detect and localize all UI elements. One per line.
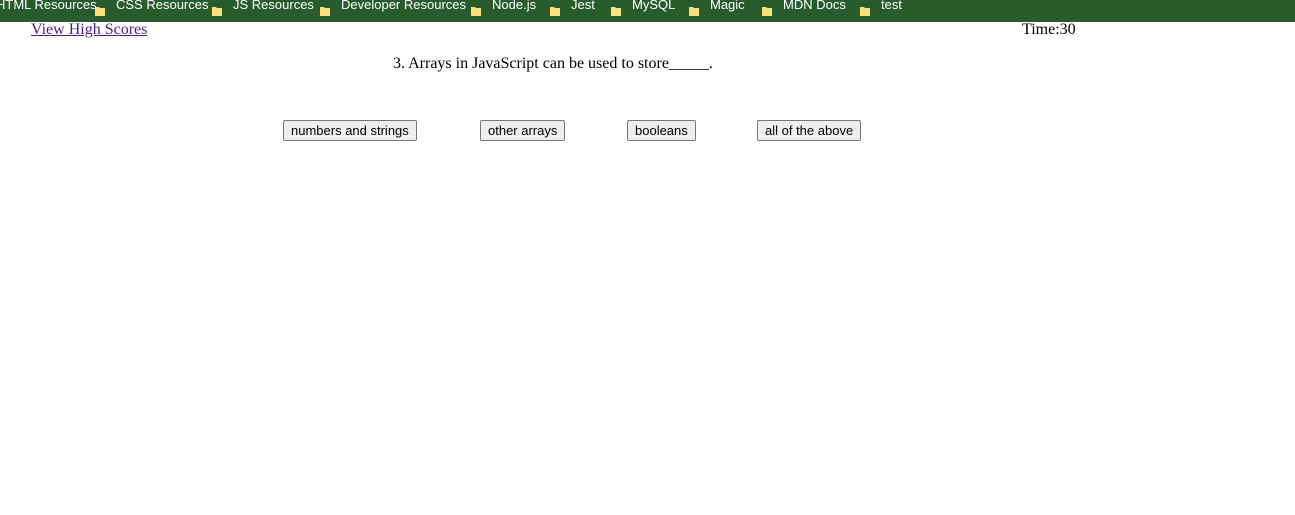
bookmark-label: Jest <box>571 0 595 12</box>
bookmark-label: MDN Docs <box>783 0 846 12</box>
bookmark-css-resources[interactable]: CSS Resources <box>116 0 208 14</box>
folder-icon <box>762 6 772 16</box>
folder-icon <box>689 6 699 16</box>
bookmark-label: JS Resources <box>233 0 314 12</box>
bookmark-label: test <box>881 0 902 12</box>
folder-icon <box>611 6 621 16</box>
folder-icon <box>212 6 222 16</box>
bookmarks-bar: HTML Resources CSS Resources JS Resource… <box>0 0 1295 22</box>
bookmark-html-resources[interactable]: HTML Resources <box>0 0 97 14</box>
bookmark-label: CSS Resources <box>116 0 209 12</box>
bookmark-label: Magic <box>710 0 745 12</box>
folder-icon <box>550 6 560 16</box>
folder-icon <box>95 6 105 16</box>
answer-button-2[interactable]: other arrays <box>480 120 566 141</box>
bookmark-mdn-docs[interactable]: MDN Docs <box>783 0 846 14</box>
timer: Time:30 <box>1022 21 1076 38</box>
bookmark-js-resources[interactable]: JS Resources <box>233 0 314 14</box>
bookmark-test[interactable]: test <box>881 0 902 14</box>
folder-icon <box>320 6 330 16</box>
bookmark-label: MySQL <box>632 0 676 12</box>
answer-button-1[interactable]: numbers and strings <box>283 120 417 141</box>
view-high-scores-link[interactable]: View High Scores <box>31 21 147 39</box>
bookmark-label: HTML Resources <box>0 0 97 12</box>
bookmark-nodejs[interactable]: Node.js <box>492 0 536 14</box>
answer-button-4[interactable]: all of the above <box>757 120 862 141</box>
bookmark-label: Node.js <box>492 0 537 12</box>
question-text: 3. Arrays in JavaScript can be used to s… <box>393 55 713 72</box>
bookmark-mysql[interactable]: MySQL <box>632 0 675 14</box>
bookmark-developer-resources[interactable]: Developer Resources <box>341 0 466 14</box>
bookmark-label: Developer Resources <box>341 0 467 12</box>
folder-icon <box>860 6 870 16</box>
folder-icon <box>471 6 481 16</box>
bookmark-magic[interactable]: Magic <box>710 0 745 14</box>
answer-button-3[interactable]: booleans <box>627 120 696 141</box>
bookmark-jest[interactable]: Jest <box>571 0 595 14</box>
